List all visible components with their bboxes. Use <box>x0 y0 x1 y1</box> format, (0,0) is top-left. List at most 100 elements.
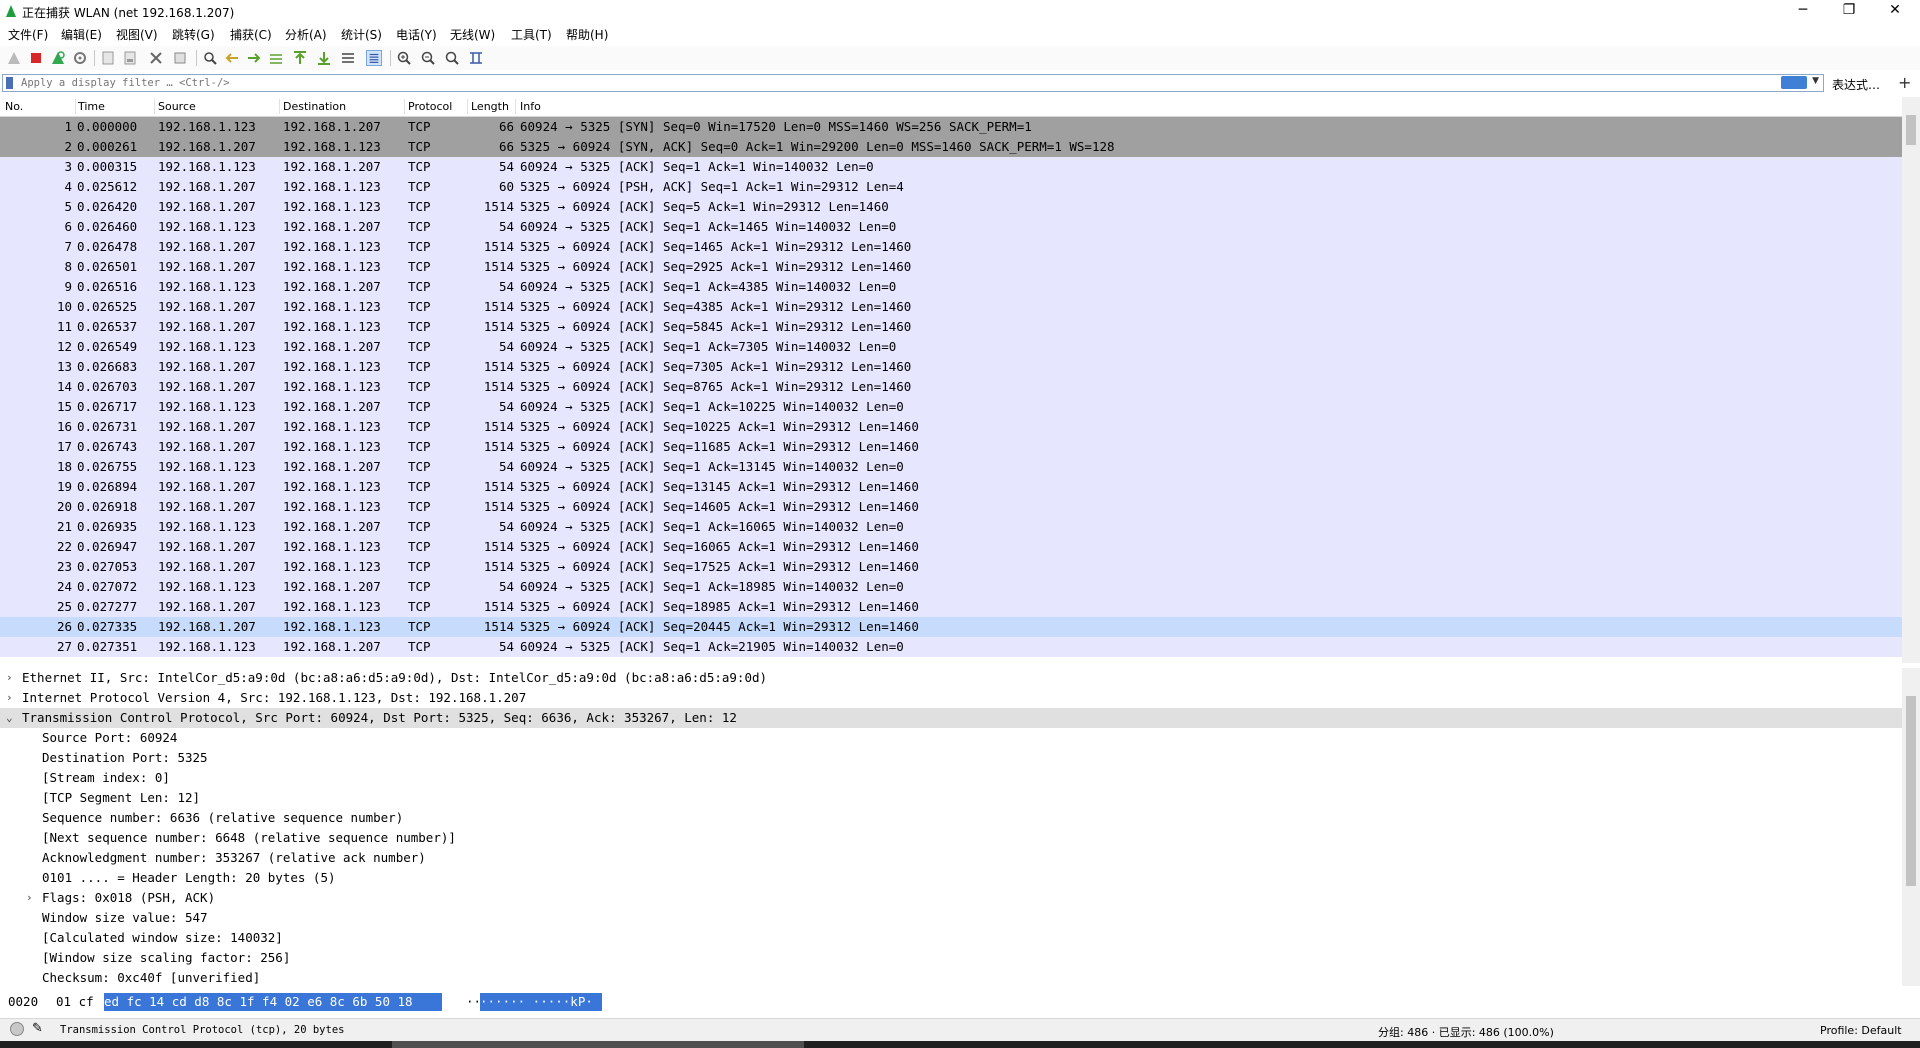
detail-tree-item[interactable]: 0101 .... = Header Length: 20 bytes (5) <box>0 868 1902 888</box>
packet-row[interactable]: 15 0.026717 192.168.1.123 192.168.1.207 TCP 5… <box>0 397 1902 417</box>
menu-tools[interactable]: 工具(T) <box>511 26 552 43</box>
column-header-source[interactable]: Source <box>158 100 196 113</box>
packet-row[interactable]: 25 0.027277 192.168.1.207 192.168.1.123 TCP 1… <box>0 597 1902 617</box>
expression-button[interactable]: 表达式… <box>1832 76 1880 93</box>
autoscroll-icon[interactable] <box>340 50 356 66</box>
packet-row[interactable]: 2 0.000261 192.168.1.207 192.168.1.123 TCP 66… <box>0 137 1902 157</box>
detail-tree-item[interactable]: ⌄ Transmission Control Protocol, Src Port… <box>0 708 1902 728</box>
packet-row[interactable]: 16 0.026731 192.168.1.207 192.168.1.123 TCP 1… <box>0 417 1902 437</box>
packet-row[interactable]: 4 0.025612 192.168.1.207 192.168.1.123 TCP 60… <box>0 177 1902 197</box>
minimize-button[interactable]: ─ <box>1780 0 1826 22</box>
packet-row[interactable]: 18 0.026755 192.168.1.123 192.168.1.207 TCP 5… <box>0 457 1902 477</box>
detail-tree-item[interactable]: Source Port: 60924 <box>0 728 1902 748</box>
menu-edit[interactable]: 编辑(E) <box>61 26 102 43</box>
edit-comment-icon[interactable]: ✎ <box>32 1021 43 1036</box>
maximize-button[interactable]: ❐ <box>1826 0 1872 22</box>
column-header-length[interactable]: Length <box>471 100 509 113</box>
column-header-no[interactable]: No. <box>5 100 23 113</box>
filter-history-dropdown-icon[interactable]: ▼ <box>1812 76 1819 86</box>
last-icon[interactable] <box>316 50 332 66</box>
packet-row[interactable]: 6 0.026460 192.168.1.123 192.168.1.207 TCP 54… <box>0 217 1902 237</box>
colorize-icon[interactable] <box>366 50 382 66</box>
collapsed-chevron-icon[interactable]: › <box>6 688 13 708</box>
menu-help[interactable]: 帮助(H) <box>566 26 608 43</box>
packet-row[interactable]: 9 0.026516 192.168.1.123 192.168.1.207 TCP 54… <box>0 277 1902 297</box>
bytes-hex-pre[interactable]: 01 cf <box>56 993 94 1011</box>
packet-row[interactable]: 13 0.026683 192.168.1.207 192.168.1.123 TCP 1… <box>0 357 1902 377</box>
detail-tree-item[interactable]: Destination Port: 5325 <box>0 748 1902 768</box>
packet-row[interactable]: 5 0.026420 192.168.1.207 192.168.1.123 TCP 15… <box>0 197 1902 217</box>
column-header-protocol[interactable]: Protocol <box>408 100 452 113</box>
packet-row[interactable]: 11 0.026537 192.168.1.207 192.168.1.123 TCP 1… <box>0 317 1902 337</box>
packet-row[interactable]: 12 0.026549 192.168.1.123 192.168.1.207 TCP 5… <box>0 337 1902 357</box>
packet-row[interactable]: 17 0.026743 192.168.1.207 192.168.1.123 TCP 1… <box>0 437 1902 457</box>
menu-capture[interactable]: 捕获(C) <box>230 26 272 43</box>
packet-row[interactable]: 23 0.027053 192.168.1.207 192.168.1.123 TCP 1… <box>0 557 1902 577</box>
open-icon[interactable] <box>100 50 116 66</box>
shark-fin-icon[interactable] <box>6 50 22 66</box>
menu-analyze[interactable]: 分析(A) <box>285 26 327 43</box>
detail-tree-item[interactable]: [Window size scaling factor: 256] <box>0 948 1902 968</box>
close-button[interactable]: ✕ <box>1872 0 1918 22</box>
expanded-chevron-icon[interactable]: ⌄ <box>6 708 13 728</box>
restart-icon[interactable] <box>50 50 66 66</box>
menu-wireless[interactable]: 无线(W) <box>450 26 495 43</box>
packet-row[interactable]: 14 0.026703 192.168.1.207 192.168.1.123 TCP 1… <box>0 377 1902 397</box>
forward-icon[interactable] <box>246 50 262 66</box>
menu-go[interactable]: 跳转(G) <box>172 26 215 43</box>
bytes-hex-highlight[interactable]: ed fc 14 cd d8 8c 1f f4 02 e6 8c 6b 50 1… <box>104 993 442 1011</box>
detail-tree-item[interactable]: Acknowledgment number: 353267 (relative … <box>0 848 1902 868</box>
reload-icon[interactable] <box>172 50 188 66</box>
collapsed-chevron-icon[interactable]: › <box>6 668 13 688</box>
packet-row[interactable]: 21 0.026935 192.168.1.123 192.168.1.207 TCP 5… <box>0 517 1902 537</box>
expert-info-icon[interactable] <box>10 1022 24 1036</box>
packet-row[interactable]: 7 0.026478 192.168.1.207 192.168.1.123 TCP 15… <box>0 237 1902 257</box>
menu-view[interactable]: 视图(V) <box>116 26 158 43</box>
bytes-ascii-pre[interactable]: ·· <box>466 993 481 1011</box>
detail-tree-item[interactable]: › Ethernet II, Src: IntelCor_d5:a9:0d (bc… <box>0 668 1902 688</box>
add-filter-button[interactable]: + <box>1898 73 1911 92</box>
bookmark-icon[interactable] <box>6 77 13 89</box>
packet-row[interactable]: 3 0.000315 192.168.1.123 192.168.1.207 TCP 54… <box>0 157 1902 177</box>
packet-row[interactable]: 1 0.000000 192.168.1.123 192.168.1.207 TCP 66… <box>0 117 1902 137</box>
menu-file[interactable]: 文件(F) <box>8 26 48 43</box>
packet-row[interactable]: 8 0.026501 192.168.1.207 192.168.1.123 TCP 15… <box>0 257 1902 277</box>
column-header-info[interactable]: Info <box>520 100 541 113</box>
column-header-destination[interactable]: Destination <box>283 100 346 113</box>
zoom-in-icon[interactable] <box>396 50 412 66</box>
detail-tree-item[interactable]: › Flags: 0x018 (PSH, ACK) <box>0 888 1902 908</box>
menu-telephony[interactable]: 电话(Y) <box>396 26 437 43</box>
detail-tree-item[interactable]: [TCP Segment Len: 12] <box>0 788 1902 808</box>
collapsed-chevron-icon[interactable]: › <box>26 888 33 908</box>
options-icon[interactable] <box>72 50 88 66</box>
packet-row[interactable]: 24 0.027072 192.168.1.123 192.168.1.207 TCP 5… <box>0 577 1902 597</box>
packet-row[interactable]: 26 0.027335 192.168.1.207 192.168.1.123 TCP 1… <box>0 617 1902 637</box>
detail-tree-item[interactable]: Sequence number: 6636 (relative sequence… <box>0 808 1902 828</box>
detail-tree-item[interactable]: [Next sequence number: 6648 (relative se… <box>0 828 1902 848</box>
packet-row[interactable]: 22 0.026947 192.168.1.207 192.168.1.123 TCP 1… <box>0 537 1902 557</box>
find-icon[interactable] <box>202 50 218 66</box>
display-filter-input[interactable] <box>21 75 1781 91</box>
zoom-out-icon[interactable] <box>420 50 436 66</box>
normal-size-icon[interactable] <box>444 50 460 66</box>
packet-row[interactable]: 20 0.026918 192.168.1.207 192.168.1.123 TCP 1… <box>0 497 1902 517</box>
column-header-time[interactable]: Time <box>78 100 105 113</box>
detail-tree-item[interactable]: › Internet Protocol Version 4, Src: 192.1… <box>0 688 1902 708</box>
bytes-ascii-highlight[interactable]: ······ ·····kP· <box>480 993 602 1011</box>
detail-tree-item[interactable]: [Calculated window size: 140032] <box>0 928 1902 948</box>
packet-row[interactable]: 19 0.026894 192.168.1.207 192.168.1.123 TCP 1… <box>0 477 1902 497</box>
apply-filter-arrow-icon[interactable] <box>1781 76 1807 89</box>
detail-tree-item[interactable]: Window size value: 547 <box>0 908 1902 928</box>
details-scrollbar[interactable] <box>1902 668 1920 986</box>
resize-columns-icon[interactable] <box>468 50 484 66</box>
first-icon[interactable] <box>292 50 308 66</box>
status-profile[interactable]: Profile: Default <box>1820 1024 1902 1037</box>
packet-list-scrollbar[interactable] <box>1902 97 1920 663</box>
packet-row[interactable]: 10 0.026525 192.168.1.207 192.168.1.123 TCP 1… <box>0 297 1902 317</box>
detail-tree-item[interactable]: Checksum: 0xc40f [unverified] <box>0 968 1902 986</box>
menu-statistics[interactable]: 统计(S) <box>341 26 382 43</box>
save-icon[interactable] <box>122 50 138 66</box>
packet-row[interactable]: 27 0.027351 192.168.1.123 192.168.1.207 TCP 5… <box>0 637 1902 657</box>
goto-icon[interactable] <box>268 50 284 66</box>
stop-icon[interactable] <box>28 50 44 66</box>
